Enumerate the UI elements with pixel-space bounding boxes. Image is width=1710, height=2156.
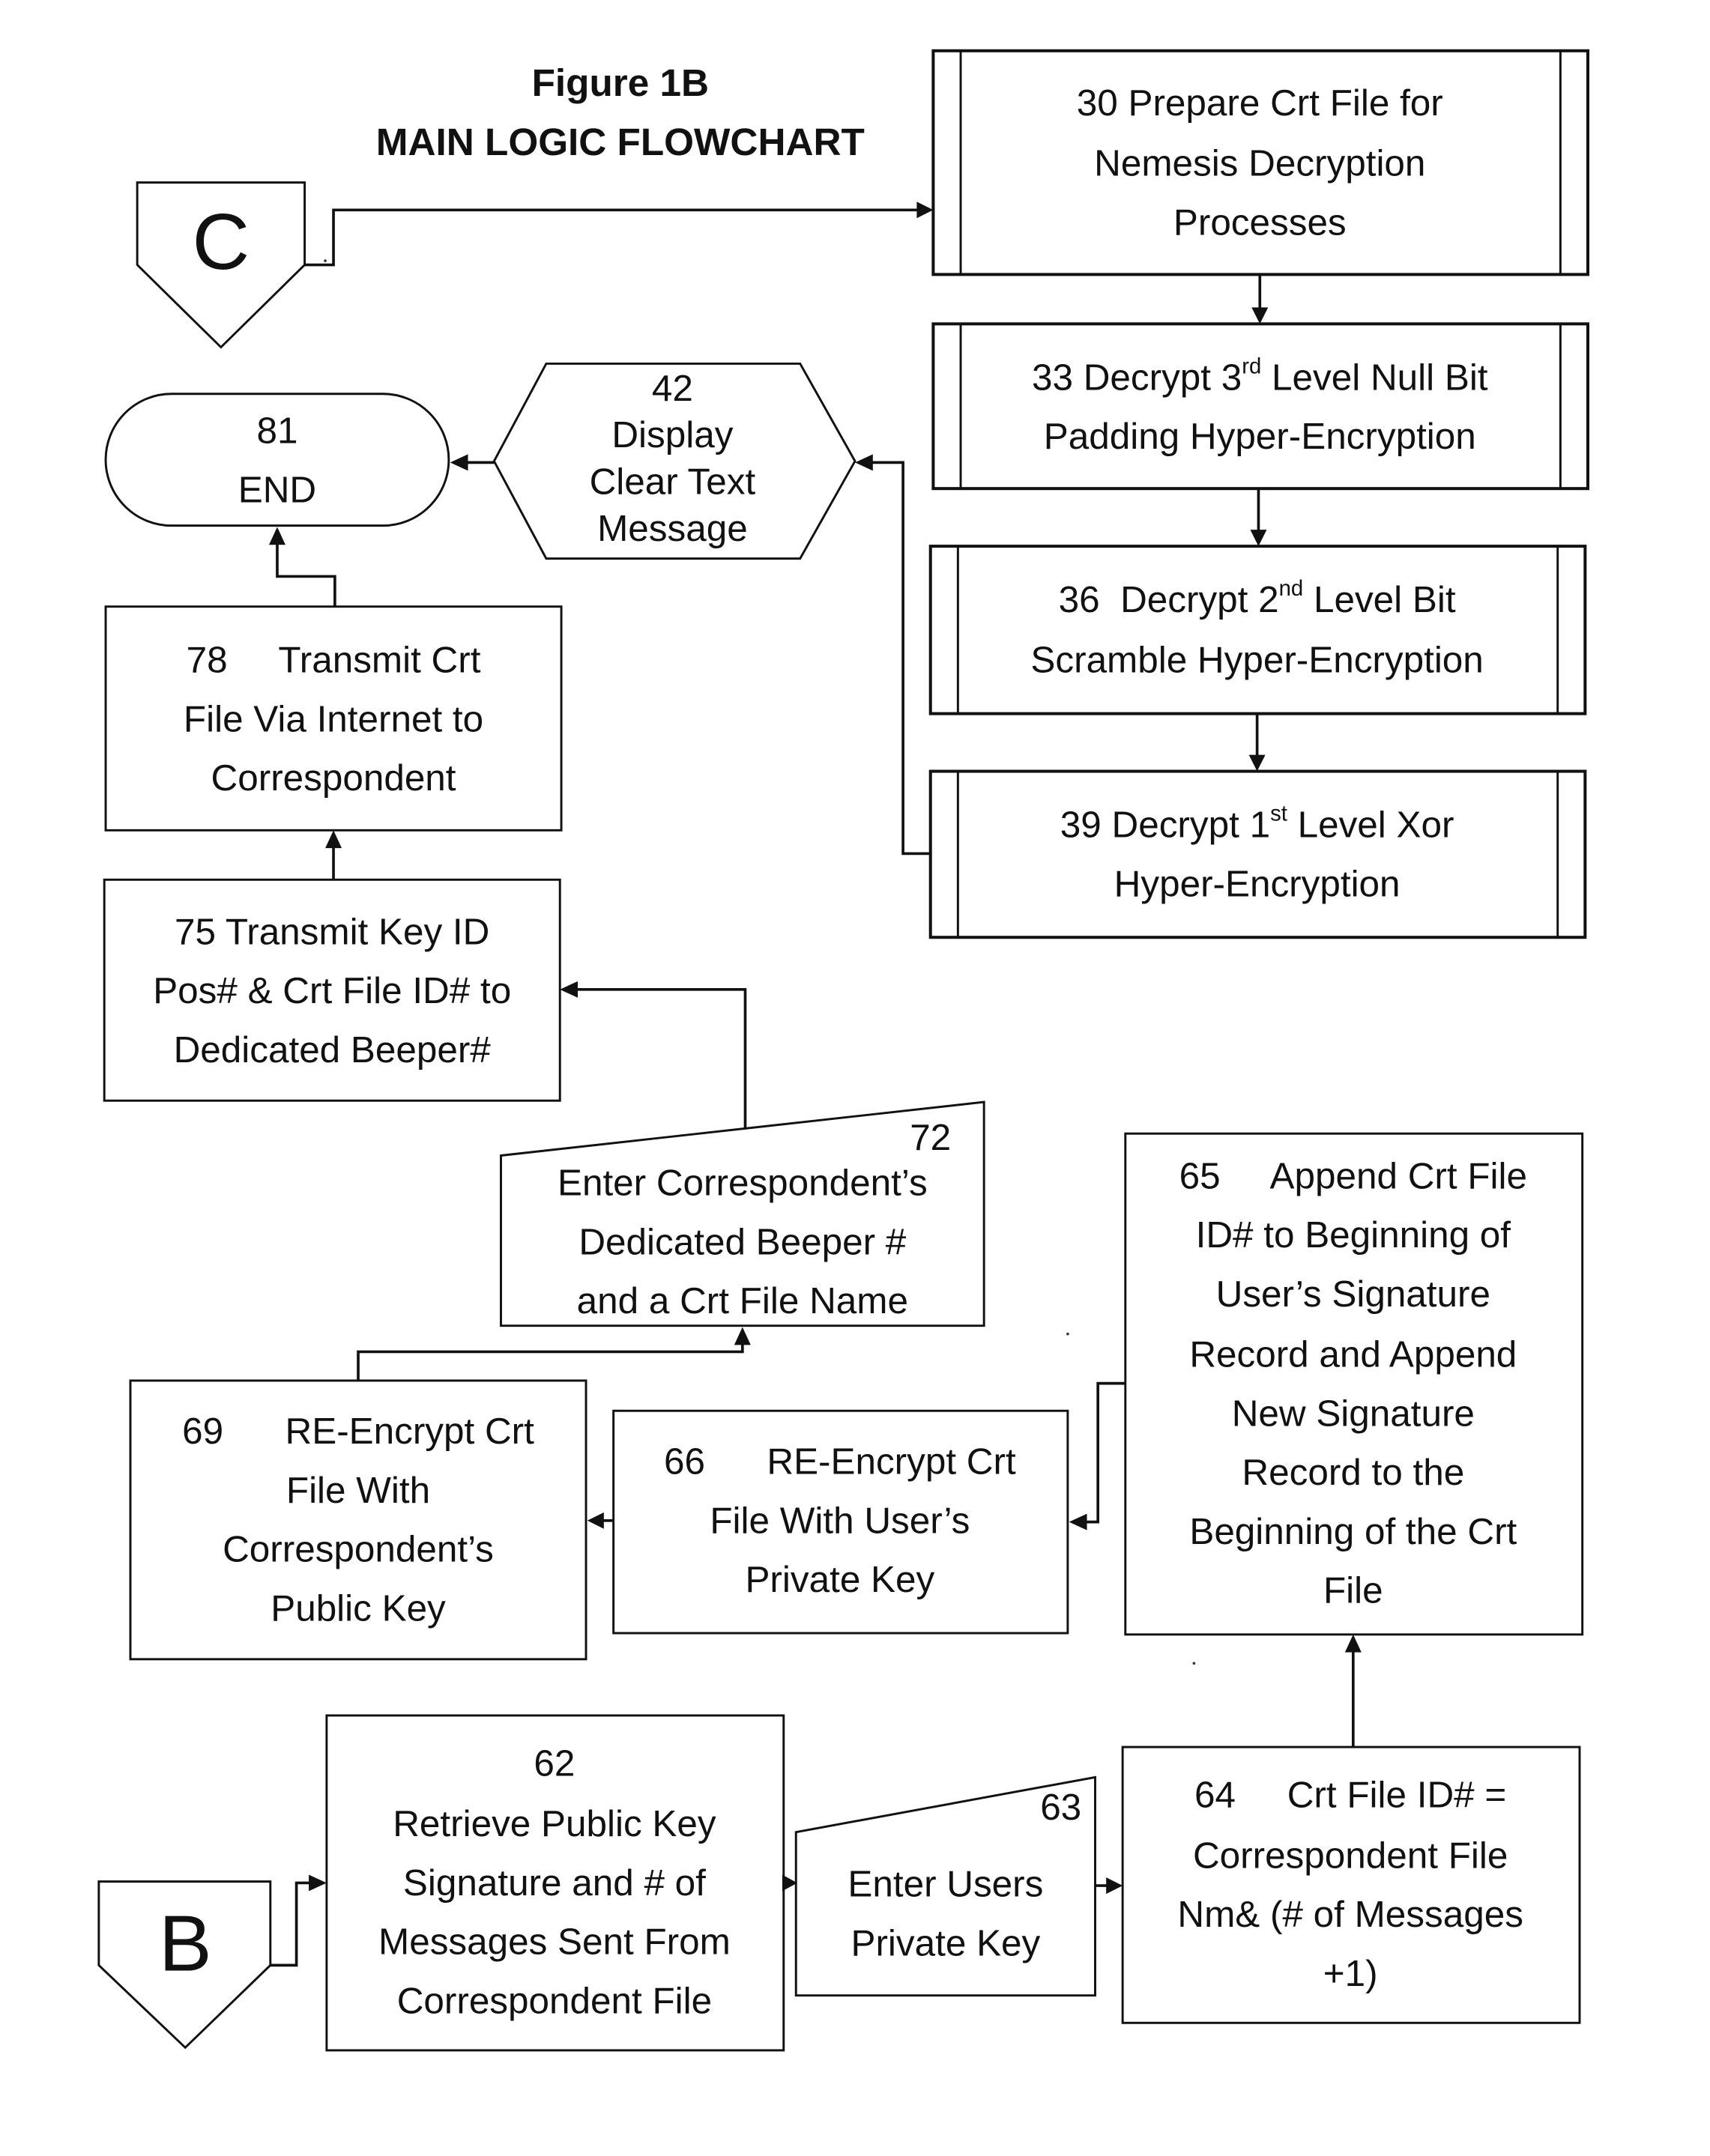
- scan-artifact: [1192, 1662, 1196, 1665]
- node-75[interactable]: 75 Transmit Key ID Pos# & Crt File ID# t…: [103, 878, 561, 1102]
- connector-c[interactable]: C: [136, 181, 306, 349]
- node-63[interactable]: 63 Enter Users Private Key: [794, 1775, 1096, 1997]
- edge-78-81: [276, 540, 336, 607]
- scan-artifact: [1066, 1332, 1069, 1336]
- node-65-line6: Record to the: [1242, 1452, 1464, 1493]
- node-69-line2: File With: [286, 1470, 430, 1511]
- node-65-line2: ID# to Beginning of: [1196, 1214, 1511, 1256]
- arrowhead-icon: [734, 1327, 751, 1345]
- arrowhead-icon: [1250, 530, 1267, 547]
- node-63-line1: Enter Users: [848, 1864, 1043, 1905]
- node-72-line2: Dedicated Beeper #: [578, 1221, 906, 1262]
- node-72-number: 72: [910, 1117, 951, 1158]
- node-62[interactable]: 62 Retrieve Public Key Signature and # o…: [325, 1714, 785, 2052]
- node-78-line1: 78 Transmit Crt: [187, 640, 481, 681]
- node-42-line4: Message: [597, 508, 748, 549]
- node-78-line2: File Via Internet to: [184, 698, 483, 739]
- edge-c-30: [304, 208, 920, 267]
- arrowhead-icon: [325, 830, 342, 849]
- node-69-line1: 69 RE-Encrypt Crt: [182, 1411, 534, 1452]
- node-81-line1: 81: [256, 411, 297, 452]
- node-63-line2: Private Key: [851, 1923, 1040, 1964]
- arrowhead-icon: [309, 1874, 327, 1892]
- node-30-line3: Processes: [1173, 202, 1347, 243]
- node-64[interactable]: 64 Crt File ID# = Correspondent File Nm&…: [1121, 1745, 1581, 2024]
- edge-65-66: [1083, 1381, 1126, 1524]
- node-72[interactable]: 72 Enter Correspondent’s Dedicated Beepe…: [500, 1100, 985, 1327]
- node-72-line1: Enter Correspondent’s: [558, 1163, 928, 1204]
- node-62-line5: Correspondent File: [397, 1980, 712, 2021]
- edge-69-72: [357, 1340, 744, 1381]
- node-75-line2: Pos# & Crt File ID# to: [153, 970, 511, 1011]
- edge-72-75: [573, 988, 747, 1130]
- node-65-line4: Record and Append: [1189, 1334, 1517, 1375]
- node-30[interactable]: 30 Prepare Crt File for Nemesis Decrypti…: [931, 49, 1590, 276]
- scan-artifact: [324, 259, 327, 262]
- node-62-line4: Messages Sent From: [378, 1922, 731, 1963]
- arrowhead-icon: [1344, 1634, 1362, 1653]
- flowchart-canvas: Figure 1B MAIN LOGIC FLOWCHART C 30 Prep…: [97, 49, 1590, 2052]
- node-65-line1: 65 Append Crt File: [1179, 1155, 1527, 1196]
- node-64-line2: Correspondent File: [1193, 1835, 1508, 1876]
- figure-subtitle: MAIN LOGIC FLOWCHART: [376, 121, 865, 163]
- arrowhead-icon: [916, 202, 934, 219]
- node-36-line1: 36 Decrypt 2nd Level Bit: [1059, 576, 1456, 620]
- node-42-line1: 42: [652, 368, 693, 409]
- node-39-line1: 39 Decrypt 1st Level Xor: [1060, 802, 1454, 846]
- node-81-end[interactable]: 81 END: [104, 393, 450, 527]
- node-65-line7: Beginning of the Crt: [1189, 1511, 1517, 1552]
- node-69[interactable]: 69 RE-Encrypt Crt File With Corresponden…: [129, 1379, 587, 1661]
- arrowhead-icon: [268, 527, 285, 545]
- node-36[interactable]: 36 Decrypt 2nd Level Bit Scramble Hyper-…: [928, 545, 1587, 715]
- node-65-line3: User’s Signature: [1216, 1274, 1490, 1315]
- node-75-line3: Dedicated Beeper#: [174, 1029, 492, 1071]
- node-30-line1: 30 Prepare Crt File for: [1077, 82, 1443, 124]
- node-63-number: 63: [1040, 1787, 1081, 1828]
- node-78[interactable]: 78 Transmit Crt File Via Internet to Cor…: [104, 605, 563, 832]
- arrowhead-icon: [1248, 754, 1266, 772]
- node-62-line1: 62: [534, 1743, 575, 1784]
- node-42-line3: Clear Text: [590, 461, 756, 502]
- node-65[interactable]: 65 Append Crt File ID# to Beginning of U…: [1124, 1132, 1584, 1636]
- arrowhead-icon: [1106, 1877, 1123, 1895]
- connector-b-label: B: [159, 1899, 212, 1988]
- arrowhead-icon: [855, 454, 873, 471]
- edge-b-62: [270, 1881, 313, 1967]
- edge-39-42: [868, 461, 931, 856]
- node-39[interactable]: 39 Decrypt 1st Level Xor Hyper-Encryptio…: [928, 769, 1587, 939]
- connector-b[interactable]: B: [97, 1880, 272, 2050]
- figure-title: Figure 1B: [532, 61, 709, 104]
- node-30-line2: Nemesis Decryption: [1094, 142, 1425, 184]
- node-66[interactable]: 66 RE-Encrypt Crt File With User’s Priva…: [612, 1409, 1069, 1635]
- node-39-line2: Hyper-Encryption: [1114, 863, 1401, 904]
- connector-c-label: C: [193, 197, 250, 286]
- node-81-line2: END: [238, 469, 316, 510]
- node-62-line2: Retrieve Public Key: [393, 1803, 716, 1844]
- node-62-line3: Signature and # of: [403, 1862, 706, 1904]
- arrowhead-icon: [587, 1512, 604, 1529]
- node-64-line4: +1): [1323, 1953, 1378, 1994]
- arrowhead-icon: [450, 454, 468, 471]
- node-64-line3: Nm& (# of Messages: [1177, 1894, 1523, 1935]
- arrowhead-icon: [1069, 1513, 1087, 1530]
- arrowhead-icon: [1251, 307, 1269, 324]
- node-33[interactable]: 33 Decrypt 3rd Level Null Bit Padding Hy…: [931, 322, 1590, 491]
- node-69-line3: Correspondent’s: [223, 1529, 494, 1570]
- node-64-line1: 64 Crt File ID# =: [1194, 1775, 1506, 1816]
- node-65-line8: File: [1323, 1570, 1383, 1611]
- node-75-line1: 75 Transmit Key ID: [175, 911, 489, 952]
- node-66-line3: Private Key: [745, 1559, 934, 1600]
- node-33-line2: Padding Hyper-Encryption: [1044, 416, 1476, 457]
- node-42[interactable]: 42 Display Clear Text Message: [492, 363, 856, 560]
- node-36-line2: Scramble Hyper-Encryption: [1030, 640, 1483, 681]
- node-69-line4: Public Key: [271, 1588, 446, 1629]
- node-42-line2: Display: [611, 414, 733, 455]
- node-78-line3: Correspondent: [211, 757, 456, 799]
- node-72-line3: and a Crt File Name: [577, 1280, 908, 1321]
- node-65-line5: New Signature: [1232, 1393, 1475, 1434]
- node-66-line2: File With User’s: [710, 1500, 970, 1541]
- arrowhead-icon: [560, 981, 578, 998]
- node-66-line1: 66 RE-Encrypt Crt: [664, 1441, 1016, 1483]
